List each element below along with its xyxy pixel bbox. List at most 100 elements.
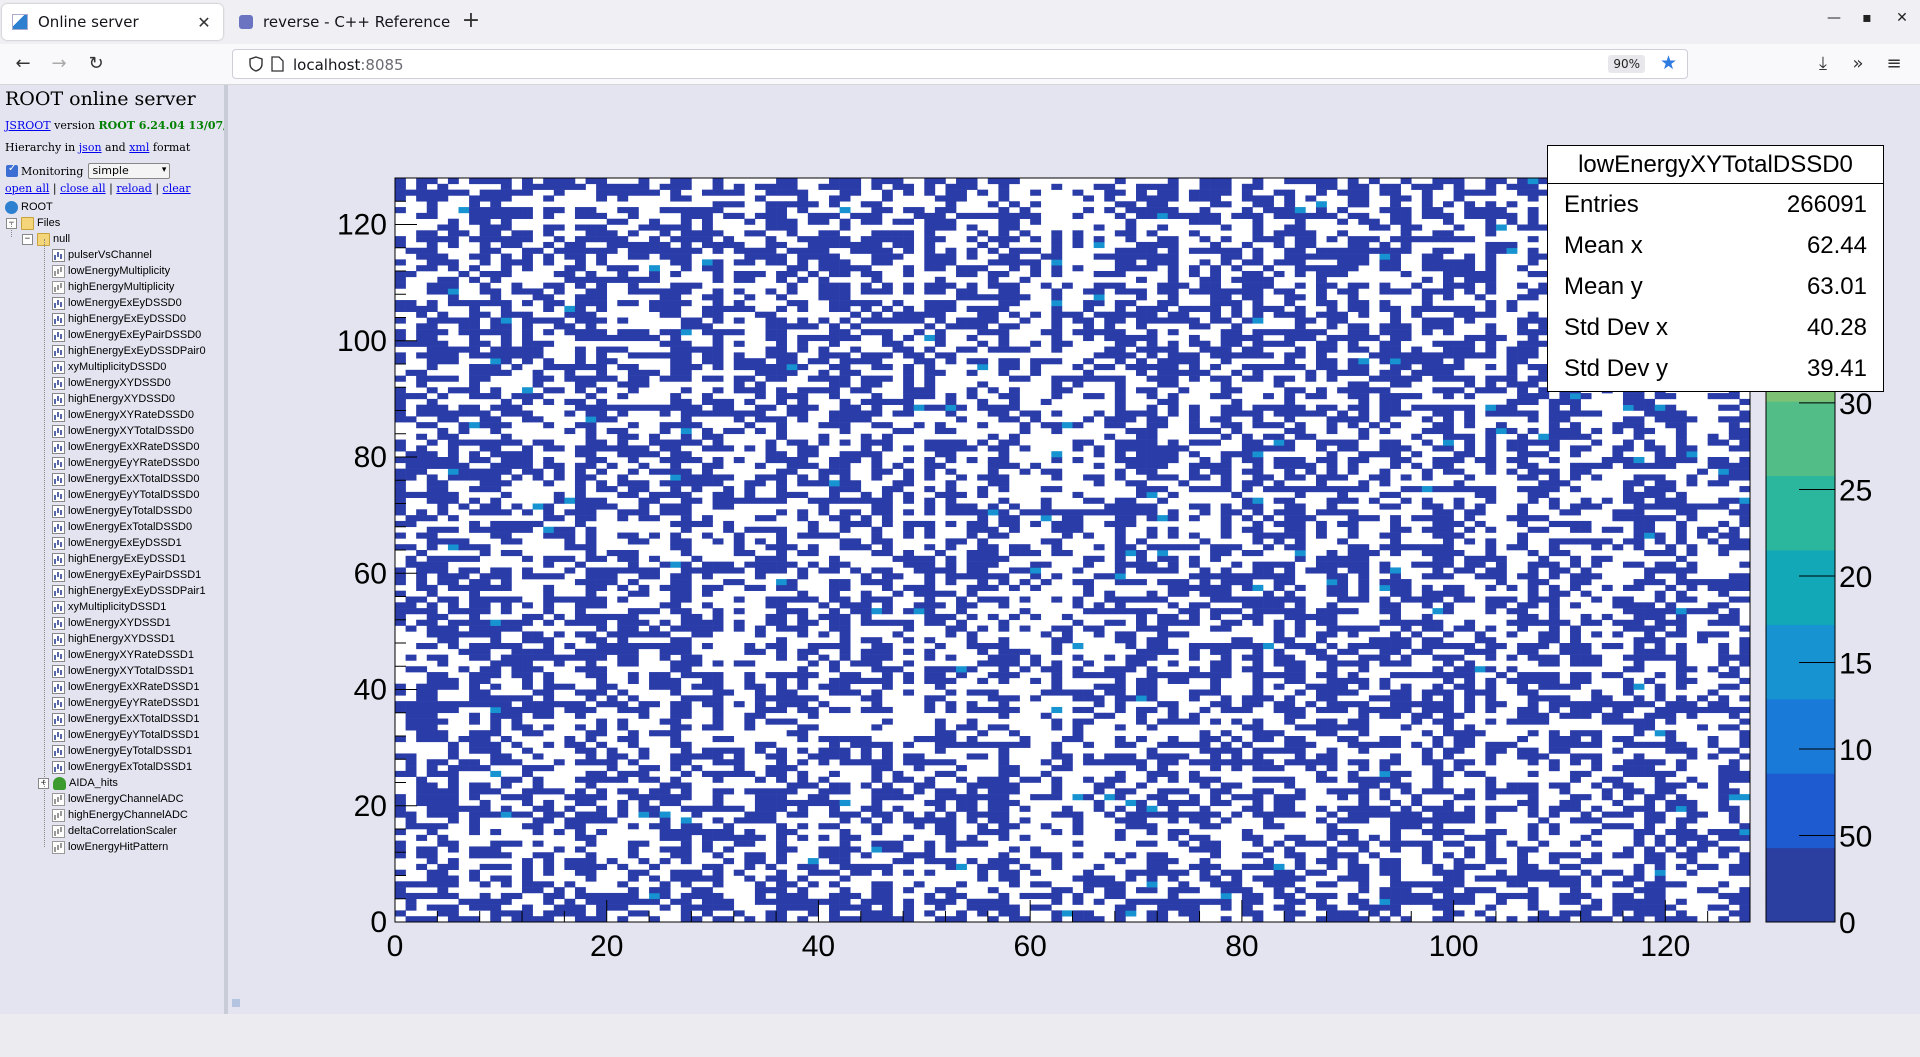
heatmap-cell <box>840 178 851 184</box>
tree-item-histogram[interactable]: highEnergyXYDSSD1 <box>52 631 175 647</box>
tree-item-histogram[interactable]: lowEnergyExEyDSSD0 <box>52 295 182 311</box>
tree-item-histogram[interactable]: lowEnergyExXRateDSSD0 <box>52 439 199 455</box>
heatmap-cell <box>829 660 840 666</box>
tree-item-histogram[interactable]: lowEnergyEyYTotalDSSD0 <box>52 487 199 503</box>
back-arrow-icon[interactable]: ← <box>11 52 35 76</box>
heatmap-cell <box>871 788 882 794</box>
tree-item-histogram[interactable]: lowEnergyExXRateDSSD1 <box>52 679 199 695</box>
new-tab-button[interactable]: + <box>459 10 483 32</box>
heatmap-cell <box>818 440 829 446</box>
heatmap-cell <box>967 504 978 510</box>
heatmap-cell <box>416 608 427 614</box>
open-all-link[interactable]: open all <box>5 182 49 195</box>
url-bar[interactable]: localhost:8085 90% ★ <box>232 49 1688 79</box>
tree-item-histogram[interactable]: lowEnergyXYDSSD1 <box>52 615 171 631</box>
tree-item-histogram[interactable]: highEnergyExEyDSSDPair0 <box>52 343 206 359</box>
shield-icon[interactable] <box>249 56 263 72</box>
close-window-icon[interactable]: ✕ <box>1890 10 1914 26</box>
tree-item-histogram[interactable]: highEnergyExEyDSSD1 <box>52 551 186 567</box>
tree-item-histogram[interactable]: lowEnergyChannelADC <box>52 791 184 807</box>
heatmap-cell <box>416 724 427 730</box>
tree-item-histogram[interactable]: lowEnergyEyYTotalDSSD1 <box>52 727 199 743</box>
tree-item-histogram[interactable]: lowEnergyMultiplicity <box>52 263 170 279</box>
clear-link[interactable]: clear <box>163 182 191 195</box>
tree-item-histogram[interactable]: lowEnergyHitPattern <box>52 839 168 855</box>
tree-item-histogram[interactable]: lowEnergyEyTotalDSSD1 <box>52 743 192 759</box>
heatmap-cell <box>1210 318 1221 324</box>
tree-item-histogram[interactable]: lowEnergyExTotalDSSD1 <box>52 759 192 775</box>
tree-item-histogram[interactable]: lowEnergyXYTotalDSSD1 <box>52 663 194 679</box>
tree-item-histogram[interactable]: highEnergyMultiplicity <box>52 279 174 295</box>
reload-link[interactable]: reload <box>116 182 152 195</box>
hamburger-menu-icon[interactable]: ≡ <box>1882 52 1906 76</box>
tree-item-histogram[interactable]: highEnergyExEyDSSDPair1 <box>52 583 206 599</box>
tree-item-histogram[interactable]: lowEnergyExTotalDSSD0 <box>52 519 192 535</box>
heatmap-cell <box>1147 887 1158 893</box>
tree-item-histogram[interactable]: xyMultiplicityDSSD1 <box>52 599 166 615</box>
heatmap-cell <box>670 306 681 312</box>
tree-item-histogram[interactable]: highEnergyExEyDSSD0 <box>52 311 186 327</box>
tree-item-histogram[interactable]: lowEnergyEyTotalDSSD0 <box>52 503 192 519</box>
tab-online-server[interactable]: Online server ✕ <box>2 4 223 40</box>
heatmap-cell <box>766 864 777 870</box>
reload-icon[interactable]: ↻ <box>84 52 108 76</box>
minimize-icon[interactable]: — <box>1822 10 1846 26</box>
splitter[interactable] <box>224 85 228 1014</box>
xml-link[interactable]: xml <box>129 141 149 154</box>
heatmap-cell <box>586 690 597 696</box>
resize-handle[interactable] <box>232 999 240 1007</box>
monitoring-select[interactable]: simple▾ <box>88 163 170 179</box>
overflow-menu-icon[interactable]: » <box>1846 52 1870 76</box>
tree-item-histogram[interactable]: xyMultiplicityDSSD0 <box>52 359 166 375</box>
heatmap-cell <box>1094 695 1105 701</box>
tree-item-histogram[interactable]: lowEnergyXYTotalDSSD0 <box>52 423 194 439</box>
json-link[interactable]: json <box>79 141 102 154</box>
heatmap-cell <box>1083 887 1094 893</box>
collapse-icon[interactable]: − <box>22 234 33 245</box>
zoom-level-badge[interactable]: 90% <box>1608 55 1645 73</box>
downloads-icon[interactable]: ⤓ <box>1811 52 1835 76</box>
jsroot-link[interactable]: JSROOT <box>5 119 51 132</box>
heatmap-cell <box>1147 434 1158 440</box>
tree-item-files[interactable]: −Files <box>6 215 60 231</box>
tree-item-null[interactable]: −null <box>22 231 70 247</box>
heatmap-cell <box>1115 213 1126 219</box>
heatmap-cell <box>1189 649 1200 655</box>
tree-item-histogram[interactable]: lowEnergyExEyDSSD1 <box>52 535 182 551</box>
tree-item-histogram[interactable]: deltaCorrelationScaler <box>52 823 177 839</box>
tree-item-histogram[interactable]: lowEnergyEyYRateDSSD1 <box>52 695 199 711</box>
tree-item-root[interactable]: ROOT <box>5 199 53 215</box>
tree-item-histogram[interactable]: lowEnergyEyYRateDSSD0 <box>52 455 199 471</box>
heatmap-cell <box>670 335 681 341</box>
close-tab-icon[interactable]: ✕ <box>195 13 213 32</box>
heatmap-cell <box>1115 910 1126 916</box>
tree-item-histogram[interactable]: lowEnergyExXTotalDSSD0 <box>52 471 199 487</box>
heatmap-cell <box>713 806 724 812</box>
heatmap-cell <box>406 719 417 725</box>
tree-item-histogram[interactable]: lowEnergyXYRateDSSD0 <box>52 407 194 423</box>
tree-item-histogram[interactable]: lowEnergyExXTotalDSSD1 <box>52 711 199 727</box>
heatmap-cell <box>702 521 713 527</box>
tree-item-aida-hits[interactable]: +AIDA_hits <box>38 775 118 791</box>
heatmap-cell <box>607 684 618 690</box>
heatmap-cell <box>797 655 808 661</box>
tree-item-histogram[interactable]: highEnergyChannelADC <box>52 807 188 823</box>
heatmap-cell <box>755 690 766 696</box>
forward-arrow-icon[interactable]: → <box>47 52 71 76</box>
heatmap-cell <box>427 288 438 294</box>
maximize-icon[interactable]: ▪ <box>1855 10 1879 26</box>
heatmap-cell <box>818 870 829 876</box>
tree-item-histogram[interactable]: lowEnergyXYRateDSSD1 <box>52 647 194 663</box>
tree-item-histogram[interactable]: highEnergyXYDSSD0 <box>52 391 175 407</box>
url-text[interactable]: localhost:8085 <box>293 56 404 74</box>
tree-item-histogram[interactable]: lowEnergyExEyPairDSSD0 <box>52 327 201 343</box>
heatmap-cell <box>1062 759 1073 765</box>
bookmark-star-icon[interactable]: ★ <box>1660 52 1677 74</box>
monitoring-checkbox[interactable] <box>6 165 18 177</box>
tree-item-histogram[interactable]: lowEnergyXYDSSD0 <box>52 375 171 391</box>
heatmap-cell <box>935 312 946 318</box>
close-all-link[interactable]: close all <box>60 182 106 195</box>
tree-item-histogram[interactable]: lowEnergyExEyPairDSSD1 <box>52 567 201 583</box>
tab-cpp-reference[interactable]: reverse - C++ Reference <box>229 4 461 40</box>
tree-item-histogram[interactable]: pulserVsChannel <box>52 247 152 263</box>
